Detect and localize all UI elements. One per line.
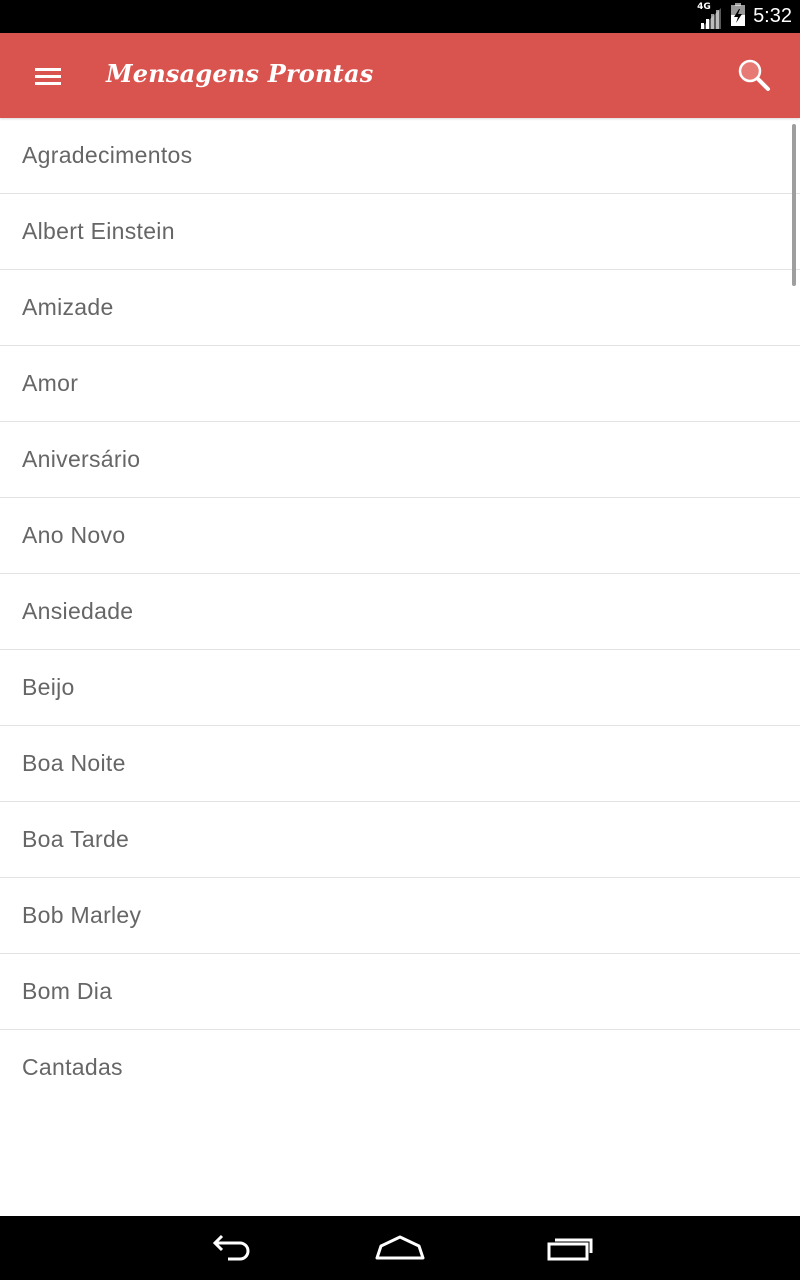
list-item[interactable]: Bom Dia xyxy=(0,954,800,1030)
list-item-label: Beijo xyxy=(22,674,75,700)
list-item[interactable]: Cantadas xyxy=(0,1030,800,1105)
list-item[interactable]: Ansiedade xyxy=(0,574,800,650)
list-item[interactable]: Boa Tarde xyxy=(0,802,800,878)
list-item-label: Agradecimentos xyxy=(22,142,193,168)
signal-icon: 4G xyxy=(697,2,723,29)
list-item-label: Amizade xyxy=(22,294,114,320)
list-item-label: Bom Dia xyxy=(22,978,113,1004)
search-button[interactable] xyxy=(732,53,776,97)
recents-icon xyxy=(547,1238,593,1261)
list-item[interactable]: Boa Noite xyxy=(0,726,800,802)
back-icon xyxy=(212,1234,250,1261)
menu-icon xyxy=(35,68,61,85)
list-item-label: Bob Marley xyxy=(22,902,142,928)
category-list[interactable]: Agradecimentos Albert Einstein Amizade A… xyxy=(0,118,800,1216)
list-item[interactable]: Ano Novo xyxy=(0,498,800,574)
list-item-label: Boa Noite xyxy=(22,750,126,776)
home-icon xyxy=(375,1235,425,1260)
list-item-label: Cantadas xyxy=(22,1054,123,1080)
status-indicators: 4G 5:32 xyxy=(697,0,792,33)
status-clock: 5:32 xyxy=(753,5,792,27)
status-bar: 4G 5:32 xyxy=(0,0,800,33)
list-item-label: Amor xyxy=(22,370,79,396)
list-item[interactable]: Amizade xyxy=(0,270,800,346)
list-item[interactable]: Albert Einstein xyxy=(0,194,800,270)
app-bar: Mensagens Prontas xyxy=(0,33,800,118)
battery-icon xyxy=(731,2,746,31)
list-item-label: Ansiedade xyxy=(22,598,134,624)
recents-button[interactable] xyxy=(540,1228,600,1268)
list-item-label: Aniversário xyxy=(22,446,141,472)
scrollbar[interactable] xyxy=(792,124,796,286)
list-item[interactable]: Amor xyxy=(0,346,800,422)
list-item[interactable]: Bob Marley xyxy=(0,878,800,954)
list-item-label: Boa Tarde xyxy=(22,826,130,852)
list-item[interactable]: Aniversário xyxy=(0,422,800,498)
back-button[interactable] xyxy=(200,1228,260,1268)
app-title: Mensagens Prontas xyxy=(106,59,374,88)
menu-button[interactable] xyxy=(27,56,71,96)
navigation-bar xyxy=(0,1216,800,1280)
search-icon xyxy=(738,59,770,91)
home-button[interactable] xyxy=(370,1228,430,1268)
list-item-label: Albert Einstein xyxy=(22,218,175,244)
list-item[interactable]: Agradecimentos xyxy=(0,118,800,194)
list-item-label: Ano Novo xyxy=(22,522,126,548)
list-item[interactable]: Beijo xyxy=(0,650,800,726)
